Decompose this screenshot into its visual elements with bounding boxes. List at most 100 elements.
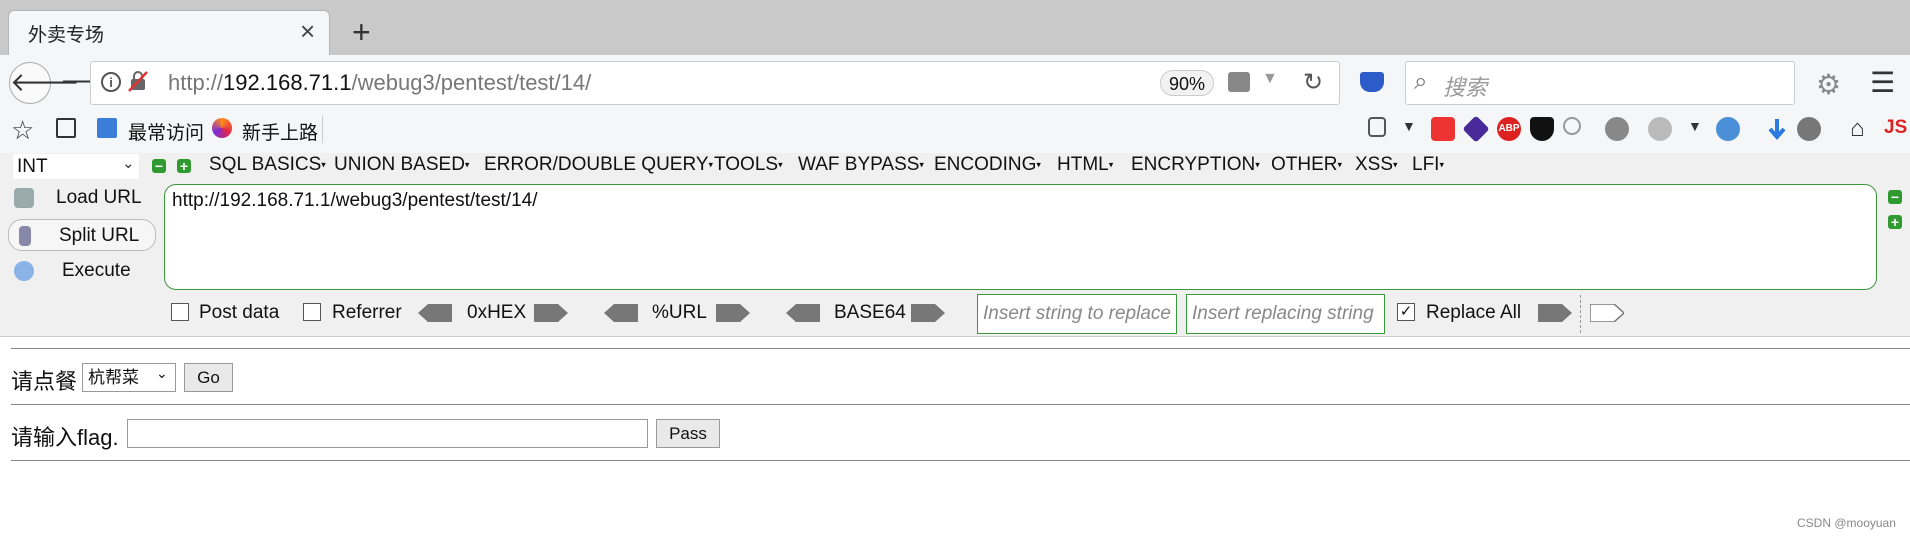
bookmark-getting-started[interactable]: 新手上路 <box>242 118 318 145</box>
horizontal-rule <box>11 404 1910 405</box>
execute-button[interactable]: Execute <box>8 255 156 287</box>
referrer-checkbox[interactable] <box>303 303 321 321</box>
url-encode-arrow-icon[interactable] <box>716 304 750 322</box>
globe2-icon[interactable] <box>1797 117 1821 141</box>
load-url-button[interactable]: Load URL <box>8 182 156 214</box>
horizontal-rule <box>11 460 1910 461</box>
home-icon[interactable]: ⌂ <box>1850 115 1865 143</box>
go-button[interactable]: Go <box>184 363 233 392</box>
palette-icon[interactable] <box>1648 117 1672 141</box>
pass-button[interactable]: Pass <box>656 419 720 448</box>
tab-title[interactable]: 外卖专场 <box>28 20 104 47</box>
info-icon[interactable]: i <box>101 72 121 92</box>
abp-icon[interactable]: ABP <box>1497 117 1521 141</box>
shrink-textarea-icon[interactable]: − <box>1888 190 1902 204</box>
reader-icon[interactable] <box>56 118 76 138</box>
chevron-down-icon[interactable]: ▼ <box>1402 118 1416 134</box>
base64-encode-arrow-icon[interactable] <box>911 304 945 322</box>
chevron-down-icon[interactable]: ⌄ <box>122 154 135 172</box>
chevron-down-icon[interactable]: ⌄ <box>156 365 168 382</box>
close-tab-icon[interactable]: × <box>300 18 315 44</box>
star-icon[interactable]: ☆ <box>11 115 34 146</box>
url-decode-arrow-icon[interactable] <box>604 304 638 322</box>
firefox-icon <box>212 118 232 138</box>
play-icon <box>14 261 34 281</box>
watermark: CSDN @mooyuan <box>1797 516 1896 530</box>
layers-icon[interactable] <box>1605 117 1629 141</box>
menu-lfi[interactable]: LFI▾ <box>1412 154 1444 176</box>
pocket-icon[interactable] <box>1360 72 1384 92</box>
shield-w-icon[interactable] <box>1530 117 1554 141</box>
post-data-label: Post data <box>199 302 280 323</box>
gear-icon[interactable]: ⚙ <box>1816 68 1841 101</box>
replacing-string-input[interactable]: Insert replacing string <box>1186 294 1385 334</box>
replace-all-label: Replace All <box>1426 302 1522 323</box>
insecure-lock-icon[interactable] <box>128 70 148 92</box>
new-tab-icon[interactable]: + <box>352 16 371 48</box>
menu-encryption[interactable]: ENCRYPTION▾ <box>1131 154 1260 176</box>
scissors-icon <box>19 226 31 246</box>
base64-label: BASE64 <box>834 302 906 323</box>
caret-icon: ▾ <box>1255 159 1260 170</box>
base64-decode-arrow-icon[interactable] <box>786 304 820 322</box>
order-label: 请点餐 <box>11 369 78 394</box>
caret-icon: ▾ <box>1393 159 1398 170</box>
js-toggle-icon[interactable]: JS <box>1884 117 1907 139</box>
menu-xss[interactable]: XSS▾ <box>1355 154 1398 176</box>
search-ext-icon[interactable] <box>1563 117 1581 135</box>
replace-next-arrow-icon[interactable] <box>1590 304 1624 322</box>
menu-tools[interactable]: TOOLS▾ <box>714 154 783 176</box>
menu-union-based[interactable]: UNION BASED▾ <box>334 154 469 176</box>
bookmark-most-visited[interactable]: 最常访问 <box>128 118 204 145</box>
caret-icon: ▾ <box>778 159 783 170</box>
url-host: 192.168.71.1 <box>223 70 352 95</box>
toolbar-divider <box>1580 295 1581 333</box>
expand-icon[interactable]: + <box>177 159 191 173</box>
replace-arrow-icon[interactable] <box>1538 304 1572 322</box>
url-encode-label: %URL <box>652 302 707 323</box>
post-data-checkbox[interactable] <box>171 303 189 321</box>
caret-icon: ▾ <box>1036 159 1041 170</box>
caret-icon: ▾ <box>464 159 470 170</box>
menu-encoding[interactable]: ENCODING▾ <box>934 154 1041 176</box>
hex-encode-arrow-icon[interactable] <box>534 304 568 322</box>
search-icon: ⌕ <box>1414 68 1428 95</box>
url-prefix: http:// <box>168 70 224 95</box>
replace-all-checkbox[interactable]: ✓ <box>1397 303 1415 321</box>
download-icon[interactable] <box>1765 117 1789 141</box>
menu-sql-basics[interactable]: SQL BASICS▾ <box>209 154 326 176</box>
bookmark-divider <box>322 115 323 143</box>
chevron-down-icon[interactable]: ▼ <box>1262 70 1278 88</box>
menu-other[interactable]: OTHER▾ <box>1271 154 1342 176</box>
split-url-button[interactable]: Split URL <box>8 219 156 251</box>
reload-icon[interactable]: ↻ <box>1303 68 1323 97</box>
referrer-label: Referrer <box>332 302 402 323</box>
caret-icon: ▾ <box>1108 159 1114 170</box>
menu-html[interactable]: HTML▾ <box>1057 154 1113 176</box>
caret-icon: ▾ <box>1337 159 1343 170</box>
zoom-indicator[interactable]: 90% <box>1160 70 1214 96</box>
globe-icon[interactable] <box>1716 117 1740 141</box>
menu-error-double-query[interactable]: ERROR/DOUBLE QUERY▾ <box>484 154 713 176</box>
flag-input[interactable] <box>127 419 648 448</box>
caret-icon: ▾ <box>321 159 326 170</box>
encoding-select[interactable]: INT <box>13 154 139 179</box>
hamburger-menu-icon[interactable]: ☰ <box>1870 66 1895 99</box>
bookmark-folder-icon <box>97 118 117 138</box>
back-button[interactable]: 🡐 <box>9 62 80 104</box>
drive-icon[interactable] <box>1228 72 1250 92</box>
tab-icon[interactable] <box>1368 117 1386 137</box>
url-text[interactable]: http://192.168.71.1/webug3/pentest/test/… <box>168 70 591 96</box>
pi-icon[interactable] <box>1431 117 1455 141</box>
shrink-icon[interactable]: − <box>152 159 166 173</box>
hex-label: 0xHEX <box>467 302 527 323</box>
load-url-icon <box>14 188 34 208</box>
chevron-down-icon[interactable]: ▼ <box>1688 118 1702 134</box>
hex-decode-arrow-icon[interactable] <box>418 304 452 322</box>
search-input[interactable]: 搜索 <box>1443 70 1487 102</box>
expand-textarea-icon[interactable]: + <box>1888 215 1902 229</box>
caret-icon: ▾ <box>919 159 924 170</box>
horizontal-rule <box>11 348 1910 349</box>
menu-waf-bypass[interactable]: WAF BYPASS▾ <box>798 154 924 176</box>
replace-string-input[interactable]: Insert string to replace <box>977 294 1177 334</box>
